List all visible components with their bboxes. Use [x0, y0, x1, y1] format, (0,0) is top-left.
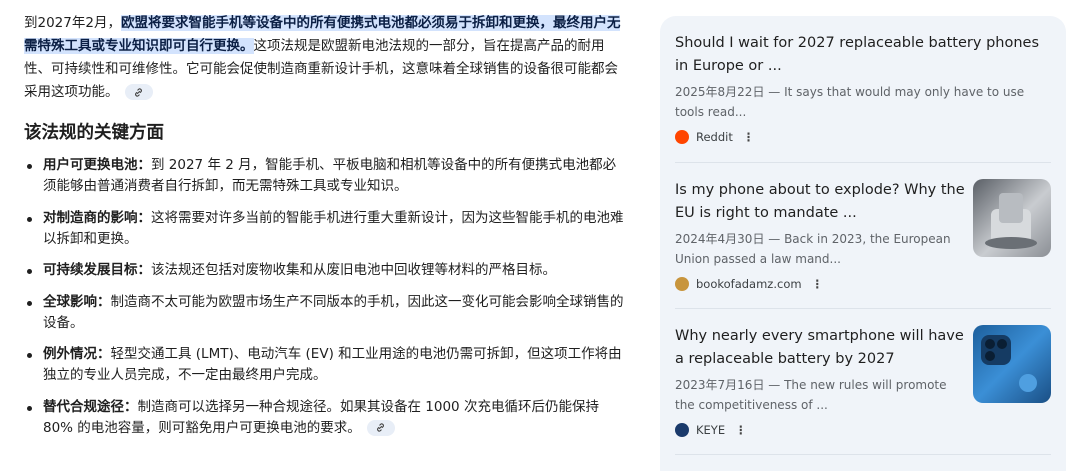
- source-thumbnail[interactable]: [973, 325, 1051, 403]
- source-site-name: Reddit: [696, 130, 733, 144]
- point-term: 例外情况：: [43, 346, 111, 362]
- source-site-name: KEYE: [696, 423, 726, 437]
- keye-icon: [675, 423, 689, 437]
- list-item: 用户可更换电池：到 2027 年 2 月，智能手机、平板电脑和相机等设备中的所有…: [24, 155, 624, 197]
- intro-paragraph: 到2027年2月，欧盟将要求智能手机等设备中的所有便携式电池都必须易于拆卸和更换…: [24, 12, 624, 104]
- source-site-row: KEYE ⋮: [675, 421, 1051, 439]
- source-link-button[interactable]: [366, 419, 395, 436]
- link-icon: [135, 87, 142, 97]
- charging-dock-icon: [985, 193, 1037, 249]
- point-term: 可持续发展目标：: [43, 262, 151, 278]
- avatar-icon: [675, 277, 689, 291]
- source-site-row: bookofadamz.com ⋮: [675, 275, 1051, 293]
- point-term: 对制造商的影响：: [43, 209, 151, 226]
- source-snippet: 2025年8月22日 — It says that would may only…: [675, 85, 1025, 119]
- key-points-list: 用户可更换电池：到 2027 年 2 月，智能手机、平板电脑和相机等设备中的所有…: [24, 155, 624, 439]
- source-site-name: bookofadamz.com: [696, 277, 802, 291]
- sources-panel: Should I wait for 2027 replaceable batte…: [660, 16, 1066, 471]
- source-title[interactable]: Why nearly every smartphone will have a …: [675, 325, 965, 371]
- point-term: 全球影响：: [43, 293, 111, 310]
- source-title[interactable]: Is my phone about to explode? Why the EU…: [675, 179, 965, 225]
- point-text: 制造商不太可能为欧盟市场生产不同版本的手机，因此这一变化可能会影响全球销售的设备…: [43, 293, 624, 331]
- point-text: 轻型交通工具 (LMT)、电动汽车 (EV) 和工业用途的电池仍需可拆卸，但这项…: [43, 346, 622, 383]
- list-item: 对制造商的影响：这将需要对许多当前的智能手机进行重大重新设计，因为这些智能手机的…: [24, 208, 624, 250]
- more-options-icon[interactable]: ⋮: [812, 277, 824, 291]
- more-options-icon[interactable]: ⋮: [743, 130, 755, 144]
- list-item: 例外情况：轻型交通工具 (LMT)、电动汽车 (EV) 和工业用途的电池仍需可拆…: [24, 344, 624, 386]
- source-card[interactable]: Should I wait for 2027 replaceable batte…: [675, 16, 1051, 163]
- point-term: 替代合规途径：: [43, 398, 138, 415]
- point-term: 用户可更换电池：: [43, 157, 151, 173]
- source-thumbnail[interactable]: [973, 179, 1051, 257]
- intro-prefix: 到2027年2月，: [24, 15, 121, 31]
- section-heading: 该法规的关键方面: [24, 123, 164, 143]
- reddit-icon: [675, 130, 689, 144]
- source-title[interactable]: Should I wait for 2027 replaceable batte…: [675, 32, 1051, 78]
- more-options-icon[interactable]: ⋮: [735, 423, 747, 437]
- source-link-button[interactable]: [124, 84, 153, 100]
- smartphone-icon: [981, 335, 1037, 392]
- list-item: 替代合规途径：制造商可以选择另一种合规途径。如果其设备在 1000 次充电循环后…: [24, 397, 624, 439]
- source-snippet: 2023年7月16日 — The new rules will promote …: [675, 378, 947, 412]
- point-text: 该法规还包括对废物收集和从废旧电池中回收锂等材料的严格目标。: [151, 262, 556, 278]
- source-card[interactable]: Why nearly every smartphone will have a …: [675, 309, 1051, 455]
- source-snippet: 2024年4月30日 — Back in 2023, the European …: [675, 232, 951, 266]
- list-item: 可持续发展目标：该法规还包括对废物收集和从废旧电池中回收锂等材料的严格目标。: [24, 260, 624, 281]
- source-site-row: Reddit ⋮: [675, 128, 1051, 146]
- link-icon: [377, 423, 385, 432]
- list-item: 全球影响：制造商不太可能为欧盟市场生产不同版本的手机，因此这一变化可能会影响全球…: [24, 292, 624, 334]
- ai-overview-content: 到2027年2月，欧盟将要求智能手机等设备中的所有便携式电池都必须易于拆卸和更换…: [24, 12, 624, 449]
- source-card[interactable]: Is my phone about to explode? Why the EU…: [675, 163, 1051, 309]
